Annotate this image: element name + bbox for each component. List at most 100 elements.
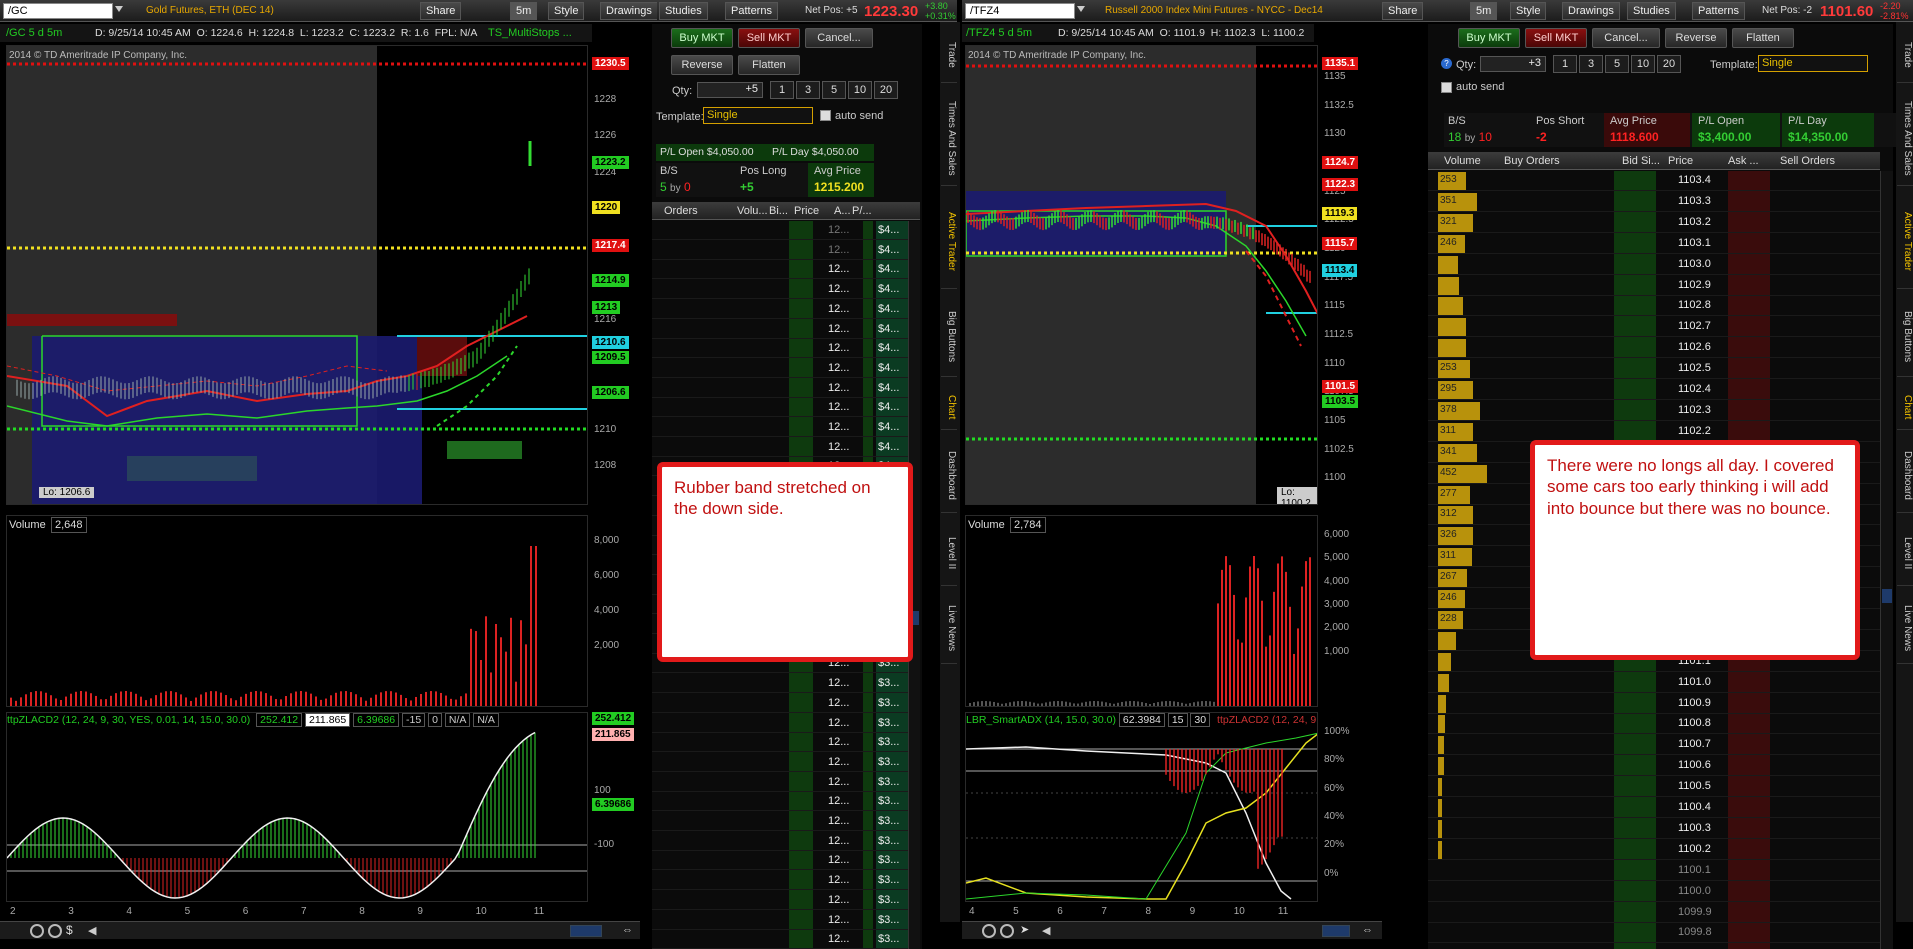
right-scroll-left-icon[interactable]: ◀	[1042, 924, 1050, 937]
qty-preset-button[interactable]: 1	[1553, 55, 1577, 73]
ladder-row[interactable]: 1100.4	[1428, 798, 1880, 818]
right-horizontal-scrollbar[interactable]	[1322, 925, 1350, 937]
right-price-chart[interactable]: 2014 © TD Ameritrade IP Company, Inc. Lo…	[965, 45, 1318, 505]
dollar-icon[interactable]: $	[66, 923, 73, 937]
ladder-row[interactable]: 12... $4...	[652, 398, 920, 418]
ladder-row[interactable]: 12... $3...	[652, 714, 920, 733]
ladder-row[interactable]: 12... $3...	[652, 733, 920, 753]
right-share-button[interactable]: Share	[1382, 2, 1424, 20]
qty-preset-button[interactable]: 10	[1631, 55, 1655, 73]
left-cancel-button[interactable]: Cancel...	[805, 28, 873, 48]
right-scroll-thumb[interactable]	[1882, 589, 1892, 603]
ladder-row[interactable]: 1100.1	[1428, 861, 1880, 881]
ladder-row[interactable]: 12... $3...	[652, 871, 920, 891]
ladder-row[interactable]: 12... $3...	[652, 832, 920, 851]
ladder-row[interactable]: 12... $4...	[652, 221, 920, 240]
ladder-row[interactable]: 1100.0	[1428, 882, 1880, 902]
left-template-select[interactable]: Single	[703, 107, 813, 124]
ladder-row[interactable]: 351 1103.3	[1428, 192, 1880, 212]
right-symbol-input[interactable]: /TFZ4	[965, 3, 1075, 19]
ladder-row[interactable]: 12... $4...	[652, 418, 920, 437]
ladder-row[interactable]: 378 1102.3	[1428, 401, 1880, 421]
side-tab[interactable]: Trade	[941, 28, 957, 83]
ladder-row[interactable]: 246 1103.1	[1428, 234, 1880, 254]
left-reverse-button[interactable]: Reverse	[671, 55, 733, 75]
side-tab[interactable]: Active Trader	[1897, 194, 1913, 289]
ladder-row[interactable]: 1102.9	[1428, 276, 1880, 296]
ladder-row[interactable]: 12... $3...	[652, 930, 920, 949]
left-style-button[interactable]: Style	[548, 2, 585, 20]
expand-icon[interactable]: ⇔	[622, 924, 633, 936]
side-tab[interactable]: Chart	[941, 385, 957, 430]
qty-preset-button[interactable]: 10	[848, 81, 872, 99]
right-reverse-button[interactable]: Reverse	[1665, 28, 1727, 48]
side-tab[interactable]: Live News	[1897, 594, 1913, 664]
qty-preset-button[interactable]: 3	[796, 81, 820, 99]
qty-preset-button[interactable]: 20	[1657, 55, 1681, 73]
side-tab[interactable]: Dashboard	[941, 438, 957, 513]
ladder-row[interactable]: 12... $3...	[652, 911, 920, 930]
ladder-row[interactable]: 1102.8	[1428, 296, 1880, 317]
ladder-row[interactable]: 321 1103.2	[1428, 213, 1880, 233]
right-cancel-button[interactable]: Cancel...	[1592, 28, 1660, 48]
left-share-button[interactable]: Share	[420, 2, 462, 20]
horizontal-scrollbar[interactable]	[570, 925, 602, 937]
zoom-out-icon[interactable]	[48, 924, 62, 938]
left-price-chart[interactable]: 2014 © TD Ameritrade IP Company, Inc. Lo…	[6, 45, 588, 505]
ladder-row[interactable]: 1100.6	[1428, 756, 1880, 777]
ladder-row[interactable]: 1100.3	[1428, 819, 1880, 839]
ladder-row[interactable]: 1099.9	[1428, 903, 1880, 923]
side-tab[interactable]: Chart	[1897, 385, 1913, 430]
right-template-select[interactable]: Single	[1758, 55, 1868, 72]
right-ladder-scrollbar[interactable]	[1880, 171, 1893, 949]
ladder-row[interactable]: 1102.7	[1428, 317, 1880, 338]
ladder-row[interactable]: 12... $3...	[652, 812, 920, 831]
left-sell-mkt-button[interactable]: Sell MKT	[738, 28, 800, 48]
ladder-row[interactable]: 12... $4...	[652, 438, 920, 457]
ladder-row[interactable]: 1100.2	[1428, 840, 1880, 860]
right-sell-mkt-button[interactable]: Sell MKT	[1525, 28, 1587, 48]
side-tab[interactable]: Dashboard	[1897, 438, 1913, 513]
side-tab[interactable]: Big Buttons	[941, 297, 957, 377]
ladder-row[interactable]: 311 1102.2	[1428, 422, 1880, 442]
right-qty-input[interactable]: +3	[1480, 56, 1546, 72]
ladder-row[interactable]: 12... $4...	[652, 260, 920, 280]
right-drawings-button[interactable]: Drawings	[1562, 2, 1620, 20]
ladder-row[interactable]: 1100.9	[1428, 694, 1880, 714]
side-tab[interactable]: Trade	[1897, 28, 1913, 83]
right-patterns-button[interactable]: Patterns	[1692, 2, 1745, 20]
ladder-row[interactable]: 12... $3...	[652, 891, 920, 910]
ladder-row[interactable]: 12... $4...	[652, 300, 920, 319]
ladder-row[interactable]: 12... $3...	[652, 753, 920, 772]
ladder-row[interactable]: 1100.8	[1428, 714, 1880, 735]
ladder-row[interactable]: 12... $3...	[652, 851, 920, 871]
qty-preset-button[interactable]: 1	[770, 81, 794, 99]
ladder-row[interactable]: 12... $4...	[652, 241, 920, 260]
right-zoom-out-icon[interactable]	[1000, 924, 1014, 938]
ladder-row[interactable]: 1099.8	[1428, 923, 1880, 944]
ladder-row[interactable]: 12... $4...	[652, 339, 920, 359]
side-tab[interactable]: Times And Sales	[941, 91, 957, 186]
left-flatten-button[interactable]: Flatten	[738, 55, 800, 75]
ladder-row[interactable]: 253 1102.5	[1428, 359, 1880, 380]
scroll-left-icon[interactable]: ◀	[88, 924, 96, 937]
qty-preset-button[interactable]: 5	[822, 81, 846, 99]
qty-preset-button[interactable]: 3	[1579, 55, 1603, 73]
ladder-row[interactable]: 12... $4...	[652, 320, 920, 339]
right-symbol-dropdown-icon[interactable]	[1077, 6, 1085, 12]
side-tab[interactable]: Times And Sales	[1897, 91, 1913, 186]
ladder-row[interactable]: 295 1102.4	[1428, 380, 1880, 400]
right-timeframe-button[interactable]: 5m	[1470, 2, 1498, 20]
ladder-row[interactable]: 1100.5	[1428, 777, 1880, 798]
ladder-row[interactable]: 253 1103.4	[1428, 171, 1880, 191]
right-flatten-button[interactable]: Flatten	[1732, 28, 1794, 48]
qty-preset-button[interactable]: 20	[874, 81, 898, 99]
ladder-row[interactable]: 12... $4...	[652, 280, 920, 300]
ladder-row[interactable]: 1101.0	[1428, 673, 1880, 693]
right-studies-button[interactable]: Studies	[1627, 2, 1676, 20]
ladder-row[interactable]: 12... $4...	[652, 359, 920, 378]
side-tab[interactable]: Level II	[941, 521, 957, 586]
side-tab[interactable]: Level II	[1897, 521, 1913, 586]
left-qty-input[interactable]: +5	[697, 82, 763, 98]
cursor-icon[interactable]: ➤	[1020, 923, 1029, 936]
